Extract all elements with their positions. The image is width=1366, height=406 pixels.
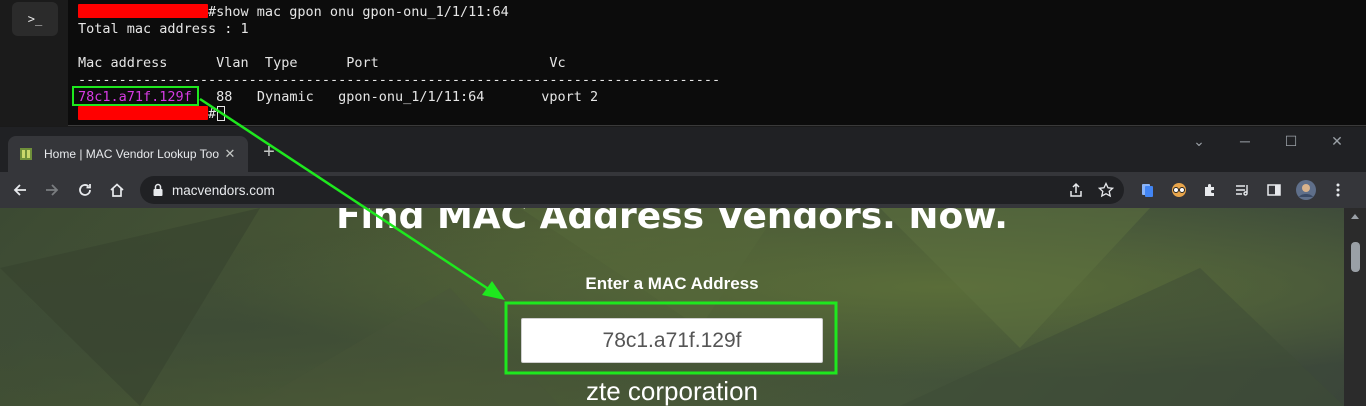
tab-title: Home | MAC Vendor Lookup Too (44, 147, 219, 161)
page-scrollbar[interactable] (1344, 208, 1366, 406)
mac-highlight-box (72, 86, 199, 106)
back-arrow-icon (13, 184, 26, 196)
vendor-result: zte corporation (586, 376, 758, 406)
extension-docs-icon[interactable] (1137, 180, 1157, 200)
page-headline: Find MAC Address Vendors. Now. (336, 208, 1008, 237)
browser-window: Home | MAC Vendor Lookup Too ✕ + ⌄ ─ ☐ ✕… (0, 127, 1366, 406)
back-button[interactable] (8, 178, 32, 202)
reload-button[interactable] (73, 178, 97, 202)
scroll-up-icon[interactable] (1351, 214, 1359, 219)
page-content: Find MAC Address Vendors. Now. Enter a M… (0, 208, 1344, 406)
browser-toolbar: macvendors.com (0, 172, 1366, 208)
extensions-puzzle-icon[interactable] (1200, 180, 1220, 200)
forward-button[interactable] (40, 178, 64, 202)
forward-arrow-icon (46, 184, 59, 196)
terminal-output: #show mac gpon onu gpon-onu_1/1/11:64 To… (78, 4, 720, 140)
extension-glasses-icon[interactable] (1169, 180, 1189, 200)
share-icon[interactable] (1066, 180, 1086, 200)
mac-input-label: Enter a MAC Address (585, 274, 759, 293)
table-header: Mac address Vlan Type Port Vc (78, 55, 566, 71)
tab-search-icon[interactable]: ⌄ (1176, 133, 1222, 150)
lock-icon (153, 183, 163, 196)
home-icon (110, 183, 124, 197)
url-text: macvendors.com (172, 182, 275, 198)
close-window-button[interactable]: ✕ (1314, 133, 1360, 150)
minimize-button[interactable]: ─ (1222, 133, 1268, 149)
prompt-line: # (78, 106, 226, 123)
redacted-hostname (78, 4, 208, 18)
mac-address-input[interactable] (521, 318, 823, 363)
reading-list-icon[interactable] (1232, 180, 1252, 200)
command-text: #show mac gpon onu gpon-onu_1/1/11:64 (208, 4, 509, 20)
terminal-window: >_ #show mac gpon onu gpon-onu_1/1/11:64… (0, 0, 1366, 126)
new-tab-button[interactable]: + (258, 141, 280, 164)
maximize-button[interactable]: ☐ (1268, 133, 1314, 150)
address-bar[interactable]: macvendors.com (140, 176, 1124, 204)
side-panel-icon[interactable] (1264, 180, 1284, 200)
profile-avatar[interactable] (1296, 180, 1316, 200)
tab-strip: Home | MAC Vendor Lookup Too ✕ + ⌄ ─ ☐ ✕ (0, 127, 1366, 172)
prompt-hash: # (208, 106, 217, 122)
site-favicon-icon (18, 146, 34, 162)
tab-macvendors[interactable]: Home | MAC Vendor Lookup Too ✕ (8, 136, 248, 172)
command-line: #show mac gpon onu gpon-onu_1/1/11:64 (78, 4, 509, 21)
row-rest: 88 Dynamic gpon-onu_1/1/11:64 vport 2 (191, 89, 599, 105)
terminal-sidebar: >_ (0, 0, 68, 126)
more-menu-icon[interactable] (1328, 180, 1348, 200)
total-line: Total mac address : 1 (78, 21, 249, 37)
terminal-tab-icon[interactable]: >_ (12, 2, 58, 36)
tab-close-icon[interactable]: ✕ (222, 146, 238, 162)
redacted-hostname (78, 106, 208, 120)
home-button[interactable] (105, 178, 129, 202)
scroll-thumb[interactable] (1351, 242, 1360, 272)
reload-icon (79, 184, 91, 196)
bookmark-star-icon[interactable] (1096, 180, 1116, 200)
terminal-cursor (217, 106, 226, 121)
